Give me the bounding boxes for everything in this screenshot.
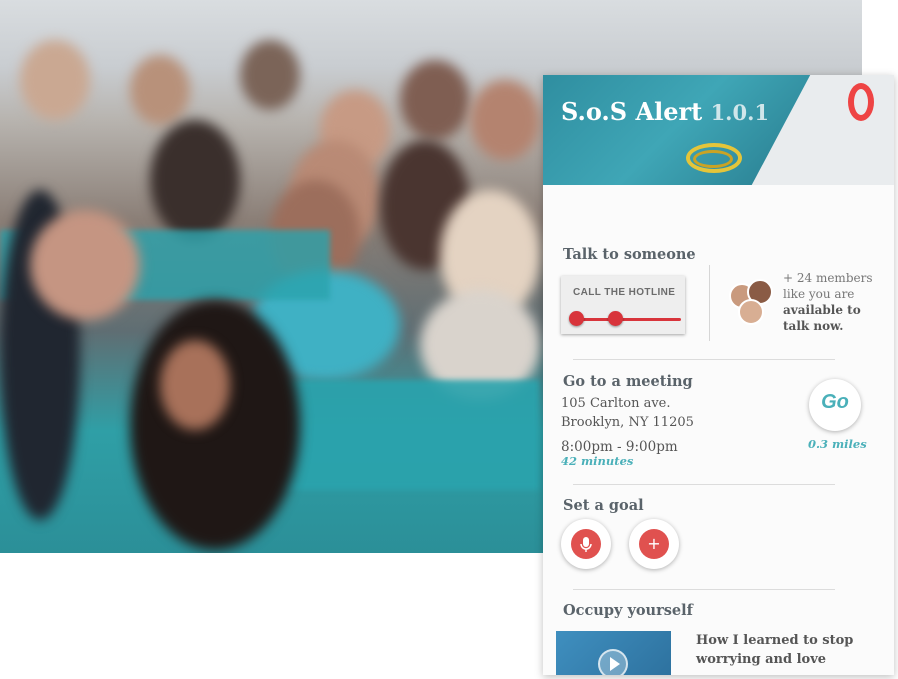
go-button-label: Go [821, 391, 849, 413]
play-icon[interactable] [598, 649, 628, 675]
hotline-label: CALL THE HOTLINE [573, 287, 676, 298]
meeting-duration: 42 minutes [561, 454, 634, 468]
plus-icon: + [639, 529, 669, 559]
life-buoy-icon [848, 83, 874, 121]
app-version: 1.0.1 [710, 100, 770, 125]
app-title: S.o.S Alert 1.0.1 [561, 97, 769, 126]
divider [573, 359, 835, 360]
section-heading-talk: Talk to someone [563, 246, 696, 263]
app-name: S.o.S Alert [561, 97, 703, 126]
divider [573, 484, 835, 485]
members-count: + 24 members [783, 271, 873, 285]
voice-goal-button[interactable] [561, 519, 611, 569]
members-bold1: available to [783, 303, 861, 317]
video-thumbnail[interactable] [556, 631, 671, 675]
meeting-distance: 0.3 miles [808, 437, 867, 451]
meeting-time: 8:00pm - 9:00pm [561, 439, 678, 455]
call-hotline-button[interactable]: CALL THE HOTLINE [561, 276, 685, 334]
add-goal-button[interactable]: + [629, 519, 679, 569]
section-heading-goal: Set a goal [563, 497, 644, 514]
meeting-address-line1: 105 Carlton ave. [561, 396, 671, 411]
microphone-icon [571, 529, 601, 559]
members-bold2: talk now. [783, 319, 844, 333]
article-title[interactable]: How I learned to stop worrying and love … [696, 631, 886, 675]
avatar [738, 299, 764, 325]
divider [573, 589, 835, 590]
members-available-text: + 24 members like you are available to t… [783, 270, 883, 334]
meeting-address-line2: Brooklyn, NY 11205 [561, 415, 694, 430]
slider-knob-start[interactable] [569, 311, 584, 326]
members-line2: like you are [783, 287, 855, 301]
member-avatars[interactable] [729, 279, 775, 325]
app-panel: S.o.S Alert 1.0.1 Talk to someone CALL T… [543, 75, 894, 675]
go-button[interactable]: Go [809, 379, 861, 431]
hotline-slider-track [575, 318, 681, 321]
slider-knob-handle[interactable] [608, 311, 623, 326]
section-heading-meeting: Go to a meeting [563, 373, 693, 390]
rope-graphic-inner [693, 150, 733, 168]
header-banner: S.o.S Alert 1.0.1 [543, 75, 894, 185]
section-heading-occupy: Occupy yourself [563, 602, 693, 619]
vertical-divider [709, 265, 710, 341]
